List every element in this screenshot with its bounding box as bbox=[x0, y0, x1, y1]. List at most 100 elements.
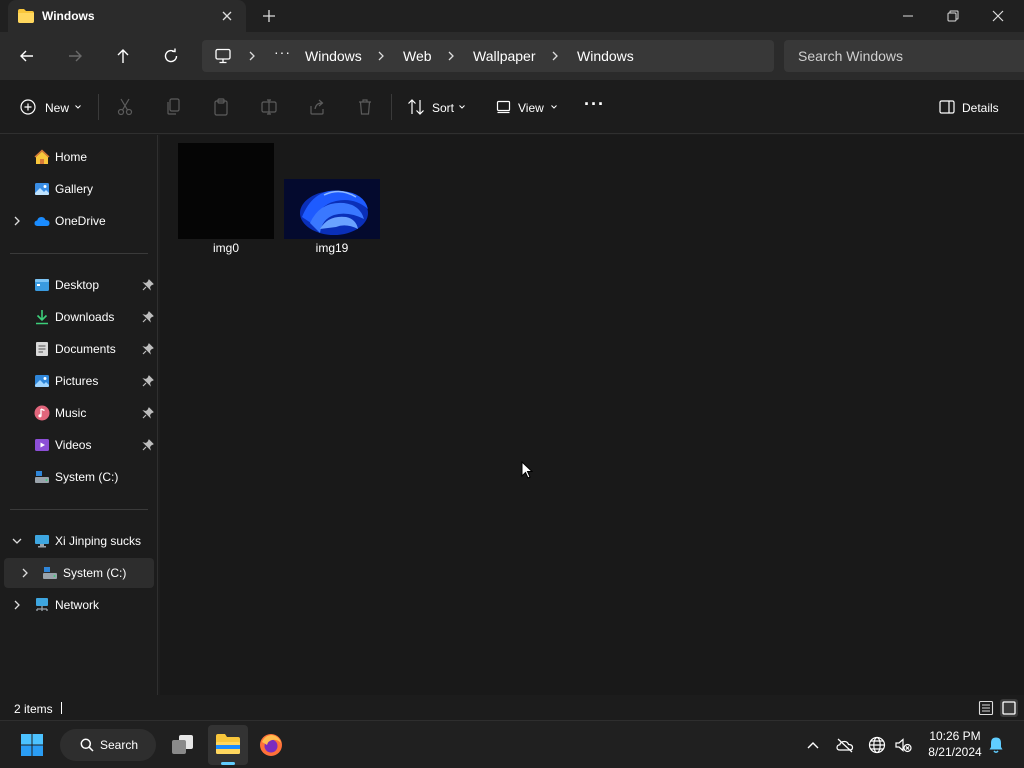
taskbar-file-explorer[interactable] bbox=[208, 725, 248, 765]
downloads-icon bbox=[34, 309, 50, 325]
minimize-icon[interactable] bbox=[900, 8, 916, 24]
forward-arrow-icon[interactable] bbox=[66, 47, 84, 65]
share-icon[interactable] bbox=[309, 98, 325, 118]
sidebar-item-system-c-tree[interactable]: System (C:) bbox=[4, 558, 154, 588]
divider bbox=[10, 509, 148, 510]
status-divider bbox=[61, 702, 62, 714]
chevron-up-icon[interactable] bbox=[806, 739, 820, 751]
cut-icon[interactable] bbox=[117, 98, 133, 118]
drive-icon bbox=[34, 469, 50, 485]
large-icons-view-icon[interactable] bbox=[1000, 699, 1018, 717]
search-icon bbox=[80, 738, 94, 752]
sidebar-item-music[interactable]: Music bbox=[4, 398, 154, 428]
command-bar: New Sort View ··· Details bbox=[0, 80, 1024, 134]
onedrive-offline-icon[interactable] bbox=[836, 737, 854, 753]
pin-icon[interactable] bbox=[142, 407, 154, 419]
home-icon bbox=[34, 149, 50, 165]
sidebar-item-home[interactable]: Home bbox=[4, 142, 154, 172]
sidebar-item-label: Desktop bbox=[55, 278, 100, 292]
pin-icon[interactable] bbox=[142, 343, 154, 355]
chevron-right-icon[interactable] bbox=[12, 599, 22, 611]
tab-windows[interactable]: Windows bbox=[8, 0, 246, 32]
desktop-icon bbox=[34, 277, 50, 293]
close-tab-icon[interactable] bbox=[220, 9, 234, 23]
breadcrumb-item-current[interactable]: Windows bbox=[577, 48, 634, 64]
breadcrumb-item[interactable]: Windows bbox=[305, 48, 362, 64]
pin-icon[interactable] bbox=[142, 311, 154, 323]
new-button[interactable]: New bbox=[20, 98, 84, 118]
sidebar-item-label: Gallery bbox=[55, 182, 94, 196]
pin-icon[interactable] bbox=[142, 279, 154, 291]
sort-label: Sort bbox=[432, 101, 455, 115]
sidebar-item-pictures[interactable]: Pictures bbox=[4, 366, 154, 396]
details-pane-icon bbox=[939, 100, 955, 114]
sidebar-item-system-c[interactable]: System (C:) bbox=[4, 462, 154, 492]
new-tab-icon[interactable] bbox=[262, 9, 276, 23]
sidebar-item-gallery[interactable]: Gallery bbox=[4, 174, 154, 204]
task-view-icon[interactable] bbox=[171, 734, 195, 756]
details-view-icon[interactable] bbox=[978, 700, 994, 716]
divider bbox=[10, 253, 148, 254]
breadcrumb-item[interactable]: Web bbox=[403, 48, 432, 64]
breadcrumb-overflow[interactable]: ··· bbox=[274, 44, 291, 60]
breadcrumb-item[interactable]: Wallpaper bbox=[473, 48, 536, 64]
sidebar-item-label: Documents bbox=[55, 342, 116, 356]
chevron-right-icon[interactable] bbox=[445, 49, 457, 63]
sort-button[interactable]: Sort bbox=[407, 98, 469, 118]
file-name: img0 bbox=[212, 241, 239, 255]
refresh-icon[interactable] bbox=[162, 47, 180, 65]
chevron-down-icon[interactable] bbox=[12, 535, 22, 547]
clock-time[interactable]: 10:26 PM bbox=[922, 729, 988, 743]
navigation-bar: ··· Windows Web Wallpaper Windows Search… bbox=[0, 32, 1024, 80]
chevron-right-icon[interactable] bbox=[12, 215, 22, 227]
navigation-pane: Home Gallery OneDrive Desktop Downloads bbox=[0, 135, 158, 695]
taskbar-search[interactable]: Search bbox=[60, 729, 156, 761]
back-arrow-icon[interactable] bbox=[18, 47, 36, 65]
sidebar-item-onedrive[interactable]: OneDrive bbox=[4, 206, 154, 236]
this-pc-icon[interactable] bbox=[214, 48, 232, 64]
pin-icon[interactable] bbox=[142, 439, 154, 451]
sidebar-item-this-pc[interactable]: Xi Jinping sucks bbox=[4, 526, 154, 556]
sidebar-item-videos[interactable]: Videos bbox=[4, 430, 154, 460]
chevron-right-icon[interactable] bbox=[375, 49, 387, 63]
sidebar-item-network[interactable]: Network bbox=[4, 590, 154, 620]
search-placeholder: Search Windows bbox=[798, 48, 904, 64]
volume-muted-icon[interactable] bbox=[894, 736, 912, 754]
status-bar: 2 items bbox=[0, 696, 1024, 720]
music-icon bbox=[34, 405, 50, 421]
details-button[interactable]: Details bbox=[939, 98, 1003, 118]
onedrive-icon bbox=[34, 213, 50, 229]
sidebar-item-label: System (C:) bbox=[55, 470, 119, 484]
rename-icon[interactable] bbox=[261, 98, 277, 118]
pin-icon[interactable] bbox=[142, 375, 154, 387]
image-thumbnail bbox=[178, 143, 274, 239]
chevron-right-icon[interactable] bbox=[549, 49, 561, 63]
sidebar-item-label: OneDrive bbox=[55, 214, 106, 228]
restore-icon[interactable] bbox=[945, 8, 961, 24]
file-explorer-icon bbox=[216, 733, 240, 755]
sort-arrows-icon bbox=[407, 99, 425, 115]
notification-bell-icon[interactable] bbox=[988, 736, 1004, 754]
search-box[interactable]: Search Windows bbox=[784, 40, 1024, 72]
firefox-icon[interactable] bbox=[259, 733, 283, 757]
sidebar-item-desktop[interactable]: Desktop bbox=[4, 270, 154, 300]
file-item-img19[interactable]: img19 bbox=[283, 143, 381, 259]
chevron-right-icon[interactable] bbox=[246, 49, 258, 63]
address-bar[interactable]: ··· Windows Web Wallpaper Windows bbox=[202, 40, 774, 72]
view-button[interactable]: View bbox=[496, 98, 560, 118]
start-windows-icon[interactable] bbox=[21, 734, 43, 756]
chevron-down-icon bbox=[458, 103, 466, 111]
sidebar-item-documents[interactable]: Documents bbox=[4, 334, 154, 364]
more-options-button[interactable]: ··· bbox=[584, 94, 605, 115]
divider bbox=[98, 94, 99, 120]
network-globe-icon[interactable] bbox=[868, 736, 886, 754]
delete-icon[interactable] bbox=[357, 98, 373, 118]
chevron-right-icon[interactable] bbox=[20, 567, 30, 579]
up-arrow-icon[interactable] bbox=[114, 47, 132, 65]
close-window-icon[interactable] bbox=[990, 8, 1006, 24]
sidebar-item-downloads[interactable]: Downloads bbox=[4, 302, 154, 332]
clock-date[interactable]: 8/21/2024 bbox=[922, 745, 988, 759]
file-item-img0[interactable]: img0 bbox=[177, 143, 275, 259]
paste-icon[interactable] bbox=[213, 98, 229, 118]
copy-icon[interactable] bbox=[165, 98, 181, 118]
